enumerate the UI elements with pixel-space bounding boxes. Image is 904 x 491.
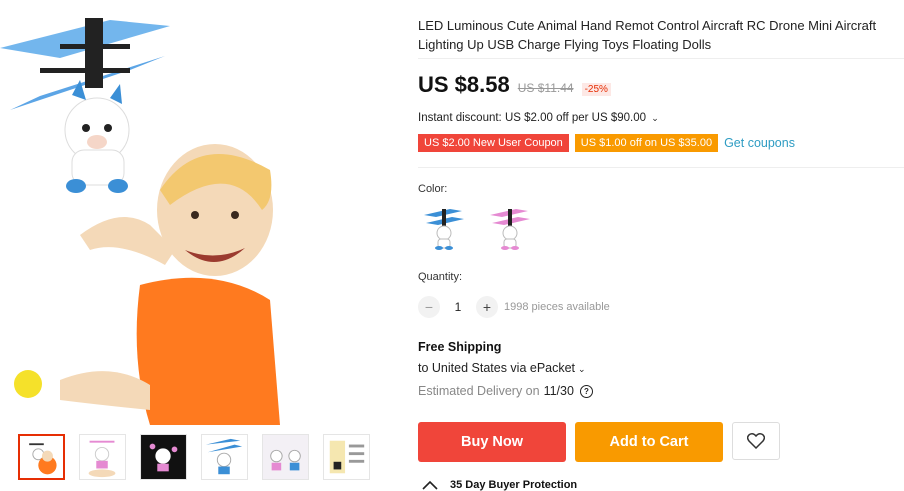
quantity-decrease-button[interactable]: − (418, 296, 440, 318)
delivery-date: 11/30 (543, 384, 574, 398)
instant-discount-text: Instant discount: US $2.00 off per US $9… (418, 112, 647, 124)
price-row: US $8.58 US $11.44 -25% (418, 72, 611, 98)
delivery-label: Estimated Delivery on (418, 384, 540, 398)
product-gallery (0, 0, 410, 487)
chevron-down-icon: ⌄ (651, 113, 659, 123)
thumbnail-5[interactable] (262, 434, 309, 480)
color-label: Color: (418, 183, 448, 195)
thumbnail-6[interactable] (323, 434, 370, 480)
quantity-value[interactable]: 1 (440, 300, 476, 314)
buyer-protection-label: 35 Day Buyer Protection (450, 479, 578, 491)
shipping-destination: to United States via ePacket (418, 361, 576, 375)
discount-badge: -25% (581, 83, 611, 96)
heart-icon (747, 433, 765, 449)
store-coupon[interactable]: US $1.00 off on US $35.00 (574, 134, 719, 152)
wishlist-button[interactable] (732, 422, 780, 460)
quantity-available: 1998 pieces available (504, 301, 610, 313)
chevron-down-icon: ⌄ (578, 364, 586, 374)
color-swatches (418, 202, 536, 254)
quantity-label: Quantity: (418, 271, 463, 283)
add-to-cart-button[interactable]: Add to Cart (575, 422, 723, 462)
current-price: US $8.58 (418, 72, 510, 97)
original-price: US $11.44 (517, 81, 574, 95)
coupon-row: US $2.00 New User Coupon US $1.00 off on… (418, 134, 795, 152)
thumbnail-2[interactable] (79, 434, 126, 480)
shield-icon (422, 480, 438, 490)
main-image-illustration (0, 18, 280, 425)
new-user-coupon[interactable]: US $2.00 New User Coupon (418, 134, 569, 152)
thumbnail-strip (18, 434, 370, 480)
help-icon[interactable]: ? (579, 384, 593, 398)
thumbnail-4[interactable] (201, 434, 248, 480)
divider (418, 167, 904, 168)
thumbnail-3[interactable] (140, 434, 187, 480)
buy-now-button[interactable]: Buy Now (418, 422, 566, 462)
quantity-increase-button[interactable]: + (476, 296, 498, 318)
divider (418, 58, 904, 59)
shipping-destination-selector[interactable]: to United States via ePacket ⌄ (418, 361, 586, 375)
quantity-stepper: − 1 + 1998 pieces available (418, 296, 610, 318)
instant-discount[interactable]: Instant discount: US $2.00 off per US $9… (418, 112, 659, 124)
estimated-delivery: Estimated Delivery on 11/30 ? (418, 384, 593, 398)
product-title: LED Luminous Cute Animal Hand Remot Cont… (418, 18, 877, 52)
get-coupons-link[interactable]: Get coupons (724, 136, 795, 150)
main-product-image[interactable] (0, 0, 410, 425)
shipping-title: Free Shipping (418, 340, 502, 354)
color-option-pink[interactable] (484, 202, 536, 254)
thumbnail-1[interactable] (18, 434, 65, 480)
buyer-protection: 35 Day Buyer Protection (422, 479, 577, 491)
product-info-panel: LED Luminous Cute Animal Hand Remot Cont… (418, 0, 904, 491)
color-option-blue[interactable] (418, 202, 470, 254)
